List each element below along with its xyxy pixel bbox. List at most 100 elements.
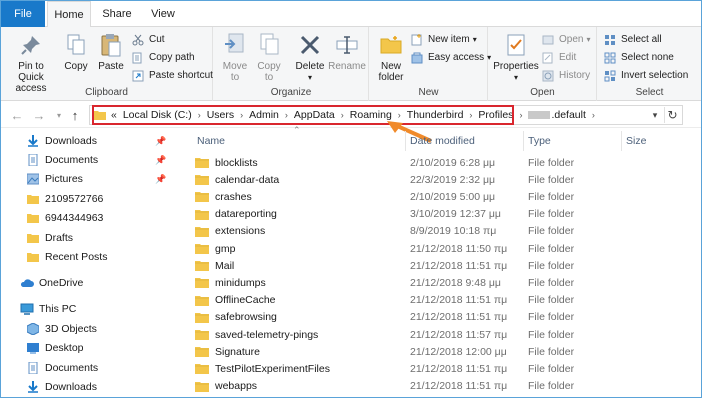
- breadcrumb-overflow[interactable]: «: [108, 109, 120, 121]
- address-dropdown-icon[interactable]: ▾: [648, 107, 662, 123]
- file-row[interactable]: Mail 21/12/2018 11:51 πμ File folder: [195, 257, 701, 274]
- column-divider[interactable]: [621, 131, 622, 151]
- nav-item-onedrive[interactable]: OneDrive: [20, 273, 83, 293]
- file-date-modified: 22/3/2019 2:32 μμ: [410, 173, 496, 186]
- breadcrumb-appdata[interactable]: AppData: [291, 109, 338, 121]
- ribbon: Pin to Quick access Copy Paste Cut Copy …: [1, 27, 701, 101]
- breadcrumb-profiles[interactable]: Profiles: [475, 109, 516, 121]
- up-arrow-icon[interactable]: ↑: [67, 107, 83, 123]
- nav-item-label: OneDrive: [39, 277, 84, 289]
- folder-icon: [26, 231, 40, 245]
- column-header-type[interactable]: Type: [528, 129, 618, 153]
- breadcrumb-separator-icon[interactable]: ›: [282, 110, 291, 120]
- nav-item-pc-documents[interactable]: Documents: [26, 358, 98, 378]
- tab-home[interactable]: Home: [47, 1, 91, 28]
- column-header-date[interactable]: Date modified: [410, 129, 520, 153]
- cut-button[interactable]: Cut: [131, 31, 165, 48]
- file-date-modified: 21/12/2018 9:48 μμ: [410, 276, 501, 289]
- nav-item-desktop[interactable]: Desktop: [26, 338, 84, 358]
- invert-selection-button[interactable]: Invert selection: [603, 67, 688, 84]
- file-row[interactable]: Signature 21/12/2018 12:00 μμ File folder: [195, 343, 701, 360]
- file-row[interactable]: gmp 21/12/2018 11:50 πμ File folder: [195, 240, 701, 257]
- nav-item-this-pc[interactable]: This PC: [20, 299, 76, 319]
- folder-icon: [195, 312, 209, 323]
- select-group-label: Select: [635, 87, 664, 98]
- breadcrumb-local-disk[interactable]: Local Disk (C:): [120, 109, 195, 121]
- nav-item-folder-6944344963[interactable]: 6944344963: [26, 208, 103, 228]
- file-row[interactable]: webapps 21/12/2018 11:51 πμ File folder: [195, 378, 701, 395]
- open-dropdown-icon: ▾: [586, 35, 591, 44]
- tab-share[interactable]: Share: [95, 1, 139, 27]
- breadcrumb-separator-icon[interactable]: ›: [195, 110, 204, 120]
- file-row[interactable]: minidumps 21/12/2018 9:48 μμ File folder: [195, 274, 701, 291]
- navigation-pane: Downloads 📌 Documents 📌 Pictures 📌 21095…: [1, 129, 181, 397]
- file-row[interactable]: datareporting 3/10/2019 12:37 μμ File fold…: [195, 206, 701, 223]
- copy-button[interactable]: Copy: [61, 31, 91, 72]
- column-divider[interactable]: [405, 131, 406, 151]
- nav-item-downloads[interactable]: Downloads: [26, 131, 97, 151]
- nav-item-pictures[interactable]: Pictures: [26, 169, 83, 189]
- file-date-modified: 8/9/2019 10:18 πμ: [410, 225, 497, 238]
- properties-dropdown-icon[interactable]: ▾: [514, 72, 518, 83]
- open-button[interactable]: Open ▾: [541, 31, 590, 48]
- easy-access-button[interactable]: Easy access ▾: [410, 49, 491, 66]
- breadcrumb-separator-icon[interactable]: ›: [589, 110, 598, 120]
- pin-to-quick-access-button[interactable]: Pin to Quick access: [5, 31, 57, 94]
- new-item-button[interactable]: New item ▾: [410, 31, 477, 48]
- select-none-button[interactable]: Select none: [603, 49, 674, 66]
- delete-button[interactable]: Delete ▾: [294, 31, 326, 83]
- breadcrumb-separator-icon[interactable]: ›: [466, 110, 475, 120]
- breadcrumb-separator-icon[interactable]: ›: [237, 110, 246, 120]
- file-row[interactable]: extensions 8/9/2019 10:18 πμ File folder: [195, 223, 701, 240]
- file-name: Signature: [215, 345, 260, 358]
- file-row[interactable]: saved-telemetry-pings 21/12/2018 11:57 πμ…: [195, 326, 701, 343]
- select-all-label: Select all: [621, 34, 662, 45]
- nav-item-drafts[interactable]: Drafts: [26, 228, 73, 248]
- copy-path-button[interactable]: Copy path: [131, 49, 195, 66]
- nav-item-3d-objects[interactable]: 3D Objects: [26, 319, 97, 339]
- tab-file[interactable]: File: [1, 1, 45, 27]
- nav-item-folder-2109572766[interactable]: 2109572766: [26, 189, 103, 209]
- breadcrumb-admin[interactable]: Admin: [246, 109, 282, 121]
- nav-item-documents[interactable]: Documents: [26, 150, 98, 170]
- pinned-icon[interactable]: 📌: [155, 136, 166, 147]
- breadcrumb-separator-icon[interactable]: ›: [516, 110, 525, 120]
- delete-dropdown-icon[interactable]: ▾: [308, 72, 312, 83]
- nav-item-recent-posts[interactable]: Recent Posts: [26, 247, 107, 267]
- nav-item-pc-downloads[interactable]: Downloads: [26, 377, 97, 397]
- paste-shortcut-button[interactable]: Paste shortcut: [131, 67, 213, 84]
- file-row[interactable]: TestPilotExperimentFiles 21/12/2018 11:51…: [195, 360, 701, 377]
- column-name-label: Name: [197, 135, 226, 147]
- file-row[interactable]: OfflineCache 21/12/2018 11:51 πμ File fold…: [195, 292, 701, 309]
- breadcrumb-default-profile[interactable]: .default: [525, 109, 588, 121]
- forward-arrow-icon[interactable]: →: [31, 107, 47, 123]
- paste-button[interactable]: Paste: [95, 31, 127, 72]
- new-folder-button[interactable]: New folder: [374, 31, 408, 83]
- breadcrumb-users[interactable]: Users: [204, 109, 237, 121]
- column-header-name[interactable]: Name: [197, 129, 397, 153]
- back-arrow-icon[interactable]: ←: [9, 107, 25, 123]
- edit-button[interactable]: Edit: [541, 49, 576, 66]
- refresh-icon[interactable]: ↻: [664, 107, 680, 123]
- copy-to-button[interactable]: Copy to: [254, 31, 284, 83]
- history-button[interactable]: History: [541, 67, 590, 84]
- properties-label: Properties: [493, 61, 539, 72]
- file-row[interactable]: safebrowsing 21/12/2018 11:51 πμ File fold…: [195, 309, 701, 326]
- column-header-size[interactable]: Size: [626, 129, 686, 153]
- recent-locations-chevron-icon[interactable]: ▾: [51, 107, 67, 123]
- rename-button[interactable]: Rename: [328, 31, 366, 72]
- breadcrumb-separator-icon[interactable]: ›: [338, 110, 347, 120]
- pinned-icon[interactable]: 📌: [155, 174, 166, 185]
- tab-view[interactable]: View: [141, 1, 185, 27]
- pinned-icon[interactable]: 📌: [155, 155, 166, 166]
- move-to-button[interactable]: Move to: [220, 31, 250, 83]
- properties-icon: [502, 31, 530, 59]
- file-row[interactable]: calendar-data 22/3/2019 2:32 μμ File folde…: [195, 171, 701, 188]
- column-divider[interactable]: [523, 131, 524, 151]
- select-all-button[interactable]: Select all: [603, 31, 662, 48]
- nav-item-label: Desktop: [45, 342, 84, 354]
- properties-button[interactable]: Properties ▾: [493, 31, 539, 83]
- download-icon: [26, 380, 40, 394]
- file-row[interactable]: blocklists 2/10/2019 6:28 μμ File folder: [195, 154, 701, 171]
- file-row[interactable]: crashes 2/10/2019 5:00 μμ File folder: [195, 188, 701, 205]
